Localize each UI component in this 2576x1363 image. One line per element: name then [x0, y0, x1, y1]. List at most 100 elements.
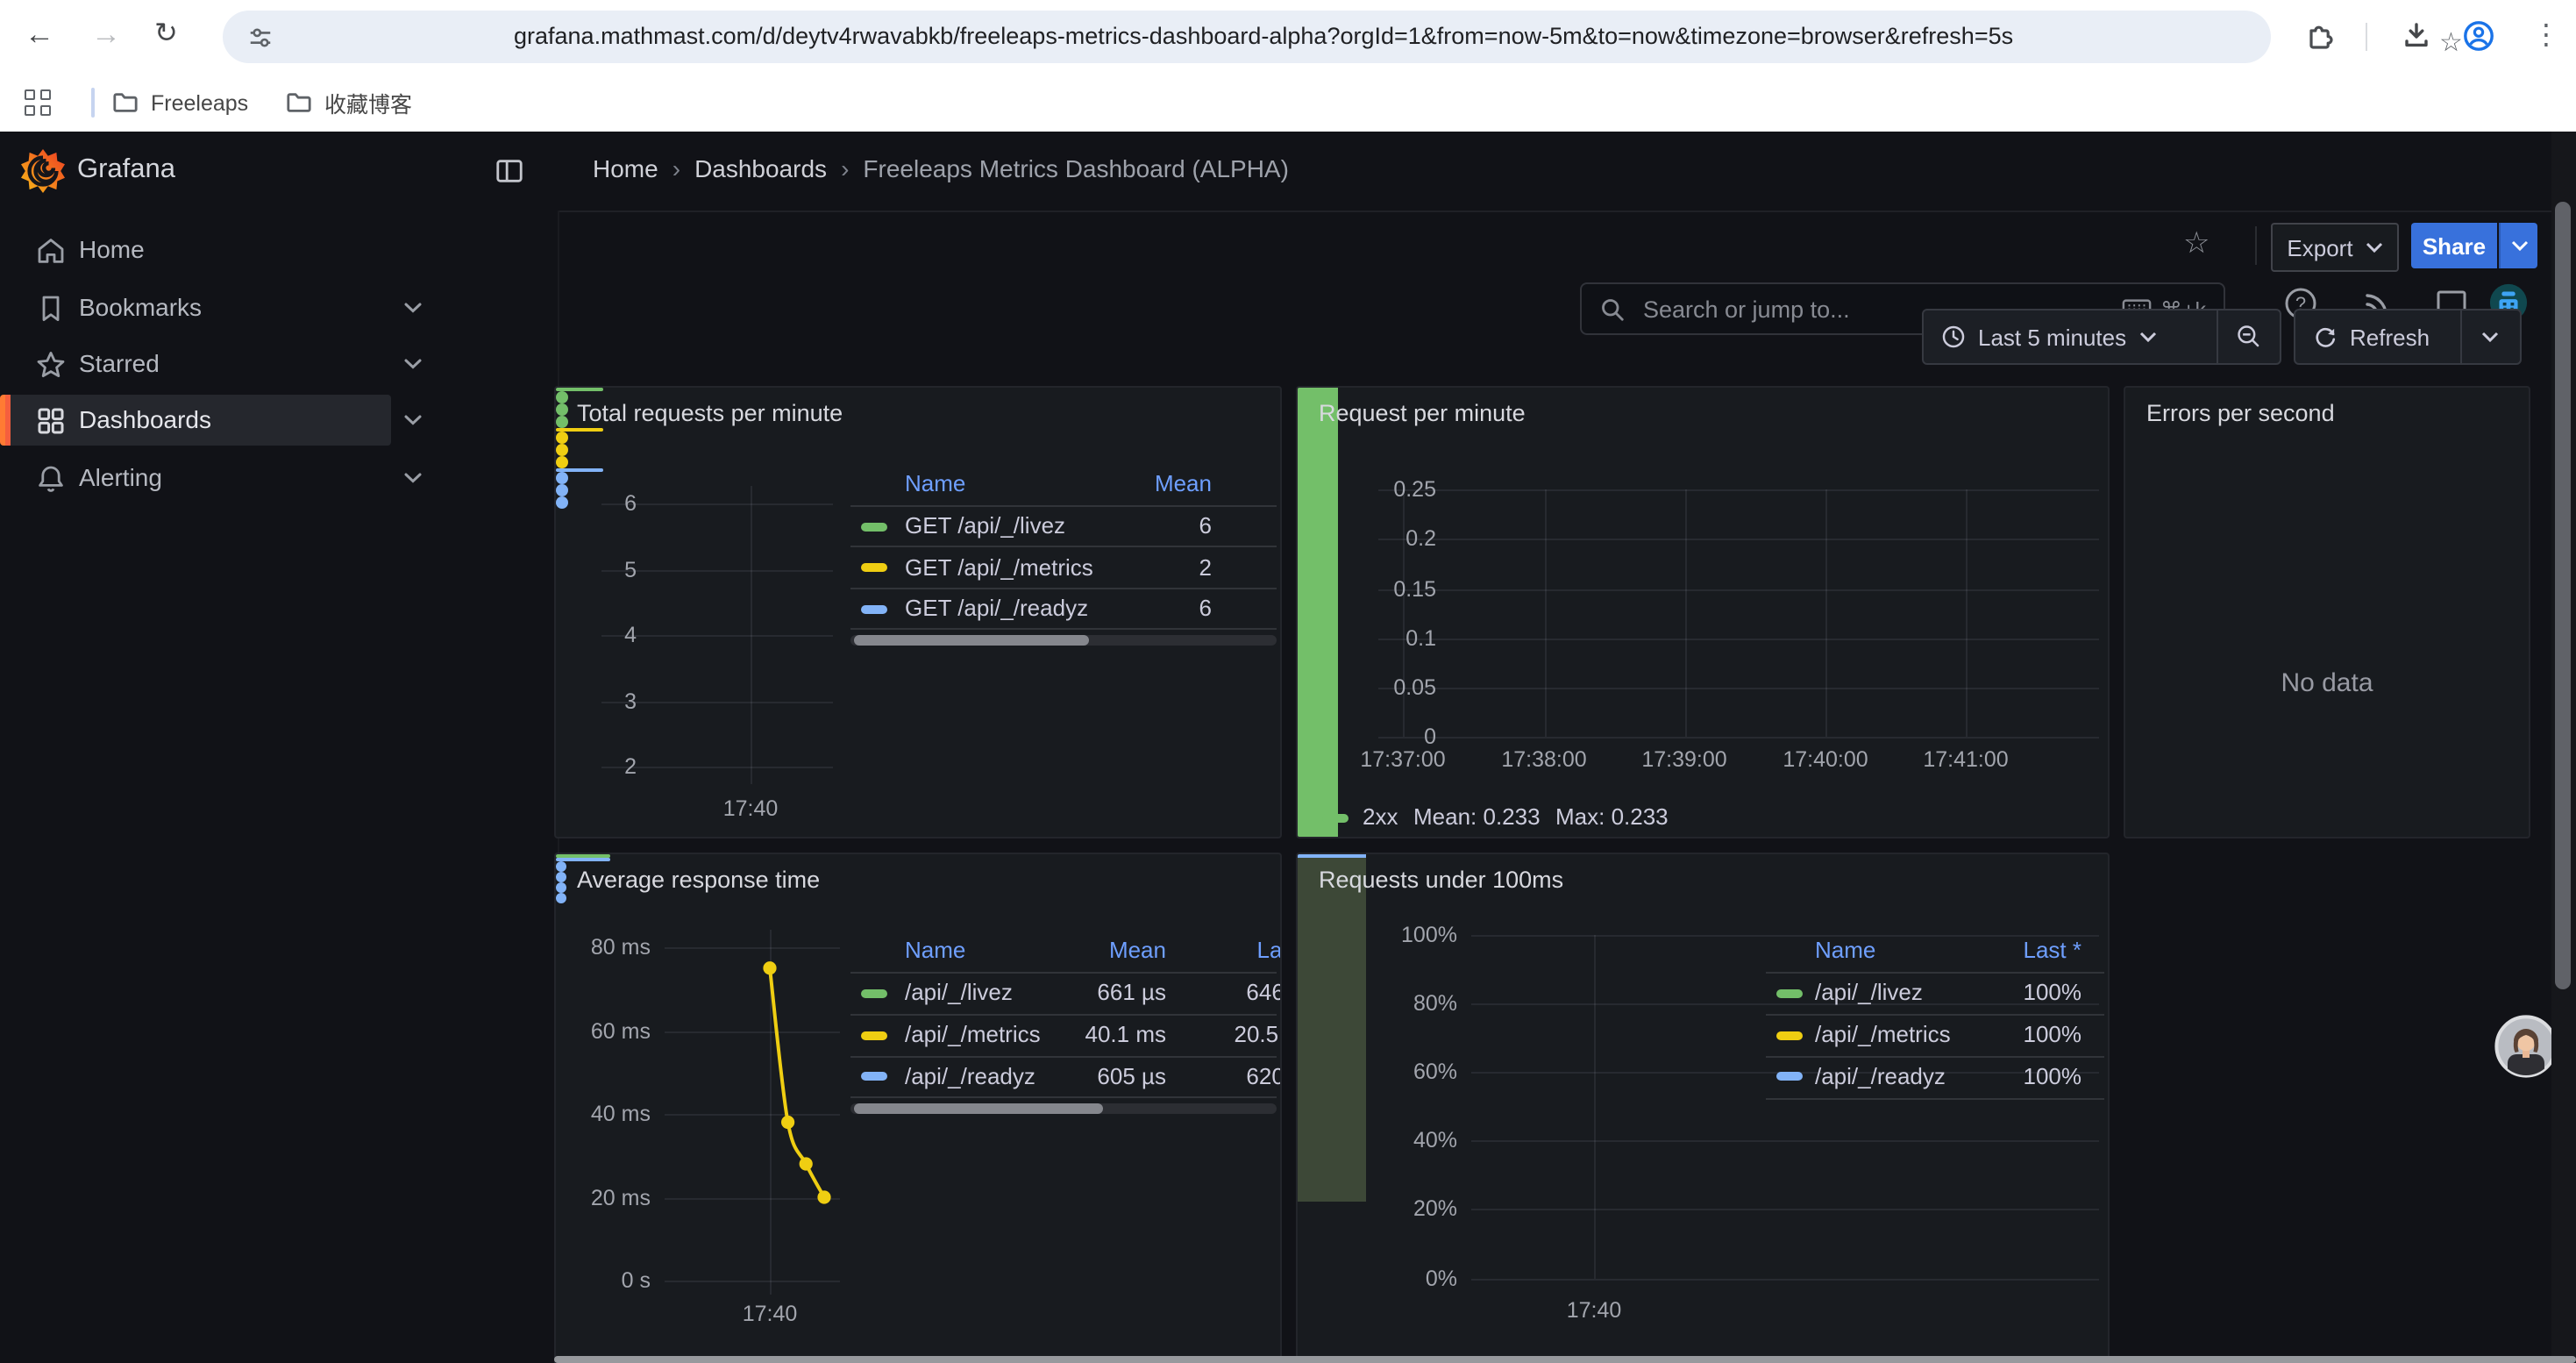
clock-icon: [1941, 325, 1966, 349]
legend-color-chip[interactable]: [861, 604, 887, 613]
panel-average-response-time[interactable]: Average response time 80 ms60 ms40 ms20 …: [554, 853, 1282, 1363]
legend-scrollbar-thumb[interactable]: [854, 1103, 1103, 1114]
panel-total-requests-per-minute[interactable]: Total requests per minute 6543217:40Name…: [554, 386, 1282, 838]
sidebar-item-label: Bookmarks: [79, 291, 202, 325]
bookmark-folder-blogs[interactable]: 收藏博客: [286, 84, 412, 121]
refresh-interval-button[interactable]: [2461, 310, 2520, 363]
bookmark-star-icon[interactable]: ☆: [2439, 26, 2463, 58]
legend-color-chip[interactable]: [1776, 1072, 1803, 1081]
extensions-icon[interactable]: [2304, 19, 2336, 51]
share-button[interactable]: Share: [2411, 223, 2497, 268]
tick-label: 0 s: [563, 1267, 651, 1295]
sidebar-toggle-icon[interactable]: [495, 156, 524, 186]
home-icon: [35, 234, 67, 266]
share-menu-button[interactable]: [2499, 223, 2537, 268]
legend-color-chip[interactable]: [1776, 1031, 1803, 1039]
legend-header[interactable]: Last *: [1871, 935, 2081, 967]
chevron-down-icon[interactable]: [403, 414, 423, 426]
toolbar-divider: [2366, 23, 2367, 51]
panel-requests-under-100ms[interactable]: Requests under 100ms 100%80%60%40%20%0%1…: [1296, 853, 2110, 1363]
legend-series-name[interactable]: 2xx: [1363, 802, 1398, 833]
data-point: [556, 432, 568, 444]
tick-label: 60 ms: [563, 1017, 651, 1045]
forward-icon[interactable]: →: [91, 18, 121, 53]
breadcrumb-separator: ›: [827, 154, 863, 182]
sidebar-item-starred[interactable]: Starred: [0, 339, 558, 389]
chevron-down-icon: [2481, 332, 2499, 342]
legend-color-chip[interactable]: [861, 563, 887, 572]
panel-request-per-minute[interactable]: Request per minute 0.250.20.150.10.05017…: [1296, 386, 2110, 838]
apps-grid-icon[interactable]: [25, 89, 51, 116]
back-icon[interactable]: ←: [25, 18, 54, 53]
panel-title: Total requests per minute: [577, 400, 843, 426]
legend-color-chip[interactable]: [1322, 813, 1348, 822]
breadcrumb-dashboards[interactable]: Dashboards: [694, 154, 827, 182]
refresh-button[interactable]: Refresh: [2295, 310, 2459, 363]
sidebar-item-bookmarks[interactable]: Bookmarks: [0, 282, 558, 333]
data-point: [556, 472, 568, 484]
tick-label: 80%: [1352, 988, 1457, 1017]
legend-separator: [850, 587, 1277, 589]
profile-icon[interactable]: [2462, 19, 2495, 53]
legend-scrollbar-thumb[interactable]: [854, 635, 1089, 646]
download-icon[interactable]: [2401, 19, 2432, 51]
url-text[interactable]: grafana.mathmast.com/d/deytv4rwavabkb/fr…: [514, 23, 2013, 49]
sidebar-item-label: Alerting: [79, 461, 162, 495]
sidebar-item-alerting[interactable]: Alerting: [0, 453, 558, 503]
legend-header[interactable]: Name: [905, 468, 965, 500]
bookmark-label: 收藏博客: [324, 86, 412, 119]
gridline: [1378, 589, 2099, 590]
panel-title: Errors per second: [2146, 400, 2335, 426]
tick-label: 0.05: [1348, 674, 1436, 702]
reload-icon[interactable]: ↻: [154, 18, 178, 53]
panel-errors-per-second[interactable]: Errors per second No data: [2124, 386, 2530, 838]
vertical-scrollbar-thumb[interactable]: [2555, 202, 2571, 989]
series-line: [556, 858, 610, 861]
legend-color-chip[interactable]: [861, 1072, 887, 1081]
horizontal-scrollbar[interactable]: [554, 1355, 2576, 1362]
address-bar[interactable]: grafana.mathmast.com/d/deytv4rwavabkb/fr…: [223, 11, 2271, 63]
legend-separator: [850, 972, 1277, 974]
assistant-avatar[interactable]: [2494, 1014, 2558, 1079]
brand-name[interactable]: Grafana: [77, 154, 175, 186]
legend-separator: [850, 1056, 1277, 1058]
legend-color-chip[interactable]: [1776, 988, 1803, 997]
breadcrumb-home[interactable]: Home: [593, 154, 658, 182]
alerting-icon: [35, 462, 67, 494]
legend-separator: [1766, 1097, 2104, 1099]
tick-label: 17:38:00: [1483, 746, 1605, 774]
gridline: [665, 1197, 840, 1199]
sidebar-item-home[interactable]: Home: [0, 225, 558, 275]
zoom-out-button[interactable]: [2218, 310, 2280, 363]
bookmark-folder-freeleaps[interactable]: Freeleaps: [112, 84, 248, 121]
grafana-header: Grafana Home › Dashboards › Freeleaps Me…: [0, 132, 2576, 212]
legend-color-chip[interactable]: [861, 522, 887, 531]
tick-label: 17:37:00: [1341, 746, 1464, 774]
tick-label: 3: [566, 687, 637, 715]
time-range-picker[interactable]: Last 5 minutes: [1924, 310, 2217, 363]
legend-header[interactable]: Mean: [1001, 468, 1212, 500]
refresh-controls: Refresh: [2294, 309, 2522, 365]
legend-color-chip[interactable]: [861, 1031, 887, 1039]
favorite-star-icon[interactable]: ☆: [2183, 226, 2210, 261]
tune-icon[interactable]: [247, 25, 274, 51]
browser-menu-icon[interactable]: ⋮: [2532, 18, 2560, 53]
legend-header[interactable]: Name: [1815, 935, 1875, 967]
chevron-down-icon[interactable]: [403, 358, 423, 370]
tick-label: 0%: [1352, 1264, 1457, 1292]
chevron-down-icon[interactable]: [403, 302, 423, 314]
refresh-icon: [2313, 325, 2338, 349]
legend-header[interactable]: Last *: [1105, 935, 1282, 967]
no-data-message: No data: [2125, 668, 2529, 698]
grafana-logo[interactable]: [21, 149, 65, 193]
gridline: [1471, 1278, 2099, 1280]
legend-separator: [850, 1096, 1277, 1098]
chevron-down-icon[interactable]: [403, 472, 423, 484]
gridline: [1378, 737, 2099, 739]
export-button[interactable]: Export: [2271, 223, 2399, 272]
sidebar-item-dashboards[interactable]: Dashboards: [0, 395, 558, 446]
bookmarks-icon: [35, 292, 67, 324]
legend-color-chip[interactable]: [861, 988, 887, 997]
folder-icon: [286, 89, 312, 116]
breadcrumb-separator: ›: [658, 154, 694, 182]
